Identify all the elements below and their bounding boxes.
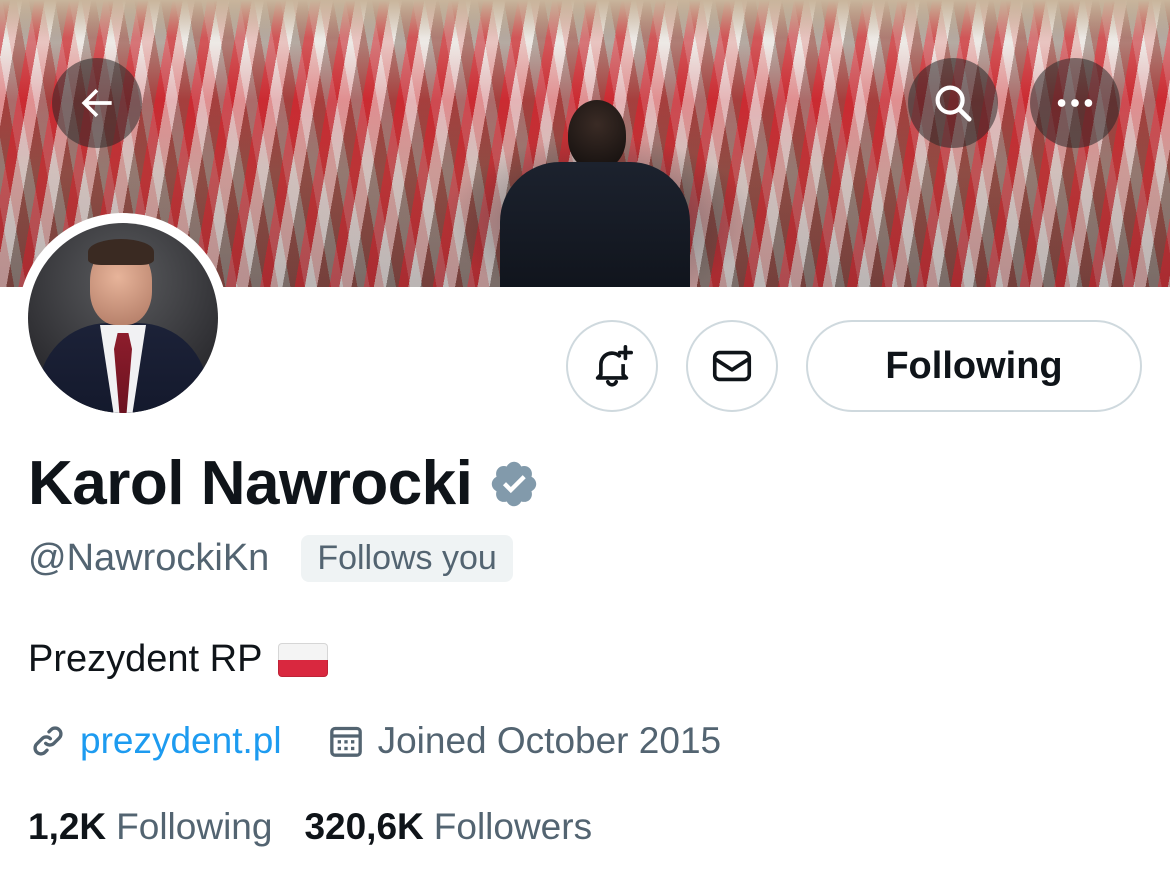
more-horizontal-icon — [1057, 99, 1093, 107]
verified-badge-icon[interactable] — [488, 458, 540, 510]
following-count-link[interactable]: 1,2K Following — [28, 806, 272, 848]
flag-poland-icon — [278, 642, 329, 677]
search-icon — [935, 85, 972, 122]
following-button[interactable]: Following — [806, 320, 1142, 412]
back-button[interactable] — [52, 58, 142, 148]
avatar[interactable] — [18, 213, 228, 423]
more-options-button[interactable] — [1030, 58, 1120, 148]
follows-you-badge: Follows you — [301, 535, 513, 582]
bio-text: Prezydent RP — [28, 638, 263, 680]
bell-plus-icon — [595, 345, 633, 387]
handle: @NawrockiKn — [28, 537, 270, 579]
following-label: Following — [116, 806, 273, 847]
website-link[interactable]: prezydent.pl — [80, 720, 282, 762]
following-count: 1,2K — [28, 806, 107, 847]
banner-sky — [0, 0, 1170, 38]
followers-label: Followers — [433, 806, 593, 847]
avatar-photo — [28, 223, 218, 413]
bio: Prezydent RP — [28, 638, 329, 681]
message-button[interactable] — [686, 320, 778, 412]
calendar-icon — [329, 726, 362, 757]
banner-speaker-silhouette — [500, 100, 690, 287]
followers-count: 320,6K — [304, 806, 424, 847]
follow-stats: 1,2K Following 320,6K Followers — [28, 806, 592, 848]
profile-name-row: Karol Nawrocki — [28, 448, 540, 519]
joined-text: Joined October 2015 — [377, 720, 722, 761]
joined-date: Joined October 2015 — [326, 720, 722, 762]
handle-row: @NawrockiKn Follows you — [28, 535, 513, 582]
link-icon — [33, 726, 63, 756]
search-button[interactable] — [908, 58, 998, 148]
notifications-button[interactable] — [566, 320, 658, 412]
followers-count-link[interactable]: 320,6K Followers — [304, 806, 592, 848]
envelope-icon — [712, 350, 752, 382]
profile-meta-row: prezydent.pl Joined October 2015 — [28, 720, 721, 762]
display-name: Karol Nawrocki — [28, 449, 473, 518]
arrow-left-icon — [81, 88, 112, 118]
